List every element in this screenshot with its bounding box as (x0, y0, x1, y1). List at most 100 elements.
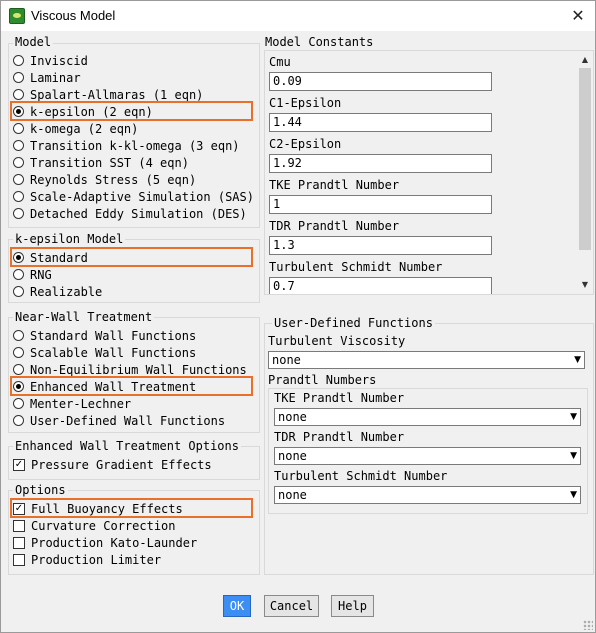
udf-turbulent-schmidt-dropdown[interactable]: none ▼ (274, 486, 581, 504)
udf-tdr-prandtl-label: TDR Prandtl Number (274, 430, 405, 444)
radio-button[interactable] (13, 140, 24, 151)
radio-button[interactable] (13, 72, 24, 83)
radio-label: Enhanced Wall Treatment (30, 379, 197, 394)
constant-label-c2-epsilon: C2-Epsilon (269, 137, 342, 151)
checkbox[interactable] (13, 536, 25, 549)
radio-button[interactable] (13, 106, 24, 117)
radio-k-omega[interactable]: k-omega (2 eqn) (13, 120, 138, 137)
radio-des[interactable]: Detached Eddy Simulation (DES) (13, 205, 247, 222)
check-curvature-correction[interactable]: Curvature Correction (13, 517, 176, 534)
radio-inviscid[interactable]: Inviscid (13, 52, 88, 69)
radio-sas[interactable]: Scale-Adaptive Simulation (SAS) (13, 188, 254, 205)
model-constants-scrollbar[interactable]: ▲ ▼ (578, 53, 592, 292)
constant-label-turbulent-schmidt: Turbulent Schmidt Number (269, 260, 443, 274)
chevron-down-icon[interactable]: ▼ (570, 488, 577, 502)
radio-button[interactable] (13, 123, 24, 134)
options-group-title: Options (13, 483, 68, 497)
radio-standard[interactable]: Standard (13, 249, 88, 266)
check-production-limiter[interactable]: Production Limiter (13, 551, 161, 568)
radio-transition-sst[interactable]: Transition SST (4 eqn) (13, 154, 189, 171)
chevron-down-icon[interactable]: ▼ (570, 410, 577, 424)
scroll-up-arrow-icon[interactable]: ▲ (578, 53, 592, 67)
radio-transition-k-kl-omega[interactable]: Transition k-kl-omega (3 eqn) (13, 137, 240, 154)
radio-label: Reynolds Stress (5 eqn) (30, 172, 197, 187)
scroll-thumb[interactable] (579, 68, 591, 250)
title-bar[interactable]: Viscous Model ✕ (1, 1, 595, 31)
checkbox-label: Full Buoyancy Effects (31, 501, 183, 516)
constant-input-tke-prandtl[interactable]: 1 (269, 195, 492, 214)
check-full-buoyancy-effects[interactable]: ✓ Full Buoyancy Effects (13, 500, 183, 517)
radio-laminar[interactable]: Laminar (13, 69, 81, 86)
radio-button[interactable] (13, 330, 24, 341)
radio-scalable-wall-functions[interactable]: Scalable Wall Functions (13, 344, 196, 361)
checkbox[interactable]: ✓ (13, 502, 25, 515)
udf-tke-prandtl-label: TKE Prandtl Number (274, 391, 405, 405)
radio-spalart-allmaras[interactable]: Spalart-Allmaras (1 eqn) (13, 86, 203, 103)
radio-button[interactable] (13, 381, 24, 392)
constant-input-c2-epsilon[interactable]: 1.92 (269, 154, 492, 173)
radio-label: Transition k-kl-omega (3 eqn) (30, 138, 240, 153)
close-icon[interactable]: ✕ (567, 5, 589, 27)
chevron-down-icon[interactable]: ▼ (570, 449, 577, 463)
scroll-down-arrow-icon[interactable]: ▼ (578, 278, 592, 292)
constant-input-turbulent-schmidt[interactable]: 0.7 (269, 277, 492, 294)
checkbox-label: Production Limiter (31, 552, 162, 567)
radio-user-defined-wall-functions[interactable]: User-Defined Wall Functions (13, 412, 225, 429)
radio-button[interactable] (13, 286, 24, 297)
checkbox[interactable]: ✓ (13, 458, 25, 471)
constant-input-cmu[interactable]: 0.09 (269, 72, 492, 91)
radio-button[interactable] (13, 252, 24, 263)
radio-button[interactable] (13, 157, 24, 168)
prandtl-numbers-title: Prandtl Numbers (268, 373, 377, 387)
help-button[interactable]: Help (331, 595, 374, 617)
udf-turbulent-schmidt-label: Turbulent Schmidt Number (274, 469, 448, 483)
radio-label: Menter-Lechner (30, 396, 132, 411)
window-title: Viscous Model (31, 8, 116, 23)
radio-button[interactable] (13, 89, 24, 100)
checkbox-label: Pressure Gradient Effects (31, 457, 212, 472)
radio-non-equilibrium-wall-functions[interactable]: Non-Equilibrium Wall Functions (13, 361, 247, 378)
udf-group-title: User-Defined Functions (272, 316, 435, 330)
checkbox[interactable] (13, 553, 25, 566)
radio-button[interactable] (13, 55, 24, 66)
radio-label: RNG (30, 267, 52, 282)
udf-tdr-prandtl-dropdown[interactable]: none ▼ (274, 447, 581, 465)
radio-rng[interactable]: RNG (13, 266, 52, 283)
check-production-kato-launder[interactable]: Production Kato-Launder (13, 534, 197, 551)
radio-button[interactable] (13, 364, 24, 375)
radio-enhanced-wall-treatment[interactable]: Enhanced Wall Treatment (13, 378, 196, 395)
radio-label: Scale-Adaptive Simulation (SAS) (30, 189, 254, 204)
radio-button[interactable] (13, 174, 24, 185)
radio-button[interactable] (13, 208, 24, 219)
resize-grip-icon[interactable] (583, 620, 593, 630)
radio-label: Laminar (30, 70, 81, 85)
radio-button[interactable] (13, 347, 24, 358)
radio-button[interactable] (13, 415, 24, 426)
radio-menter-lechner[interactable]: Menter-Lechner (13, 395, 131, 412)
radio-button[interactable] (13, 191, 24, 202)
dropdown-value: none (278, 488, 307, 502)
dropdown-value: none (278, 449, 307, 463)
radio-reynolds-stress[interactable]: Reynolds Stress (5 eqn) (13, 171, 196, 188)
cancel-button[interactable]: Cancel (264, 595, 319, 617)
turbulent-viscosity-dropdown[interactable]: none ▼ (268, 351, 585, 369)
radio-standard-wall-functions[interactable]: Standard Wall Functions (13, 327, 196, 344)
radio-button[interactable] (13, 398, 24, 409)
checkbox-label: Production Kato-Launder (31, 535, 198, 550)
radio-k-epsilon[interactable]: k-epsilon (2 eqn) (13, 103, 153, 120)
model-constants-title: Model Constants (263, 35, 376, 49)
udf-tke-prandtl-dropdown[interactable]: none ▼ (274, 408, 581, 426)
radio-label: Standard (30, 250, 88, 265)
radio-label: Realizable (30, 284, 103, 299)
checkbox[interactable] (13, 519, 25, 532)
turbulent-viscosity-label: Turbulent Viscosity (268, 334, 406, 348)
constant-input-c1-epsilon[interactable]: 1.44 (269, 113, 492, 132)
check-pressure-gradient-effects[interactable]: ✓ Pressure Gradient Effects (13, 456, 212, 473)
radio-realizable[interactable]: Realizable (13, 283, 102, 300)
viscous-model-dialog: Viscous Model ✕ Model Inviscid Laminar S… (0, 0, 596, 633)
radio-label: User-Defined Wall Functions (30, 413, 226, 428)
radio-button[interactable] (13, 269, 24, 280)
ok-button[interactable]: OK (223, 595, 251, 617)
chevron-down-icon[interactable]: ▼ (574, 353, 581, 367)
constant-input-tdr-prandtl[interactable]: 1.3 (269, 236, 492, 255)
